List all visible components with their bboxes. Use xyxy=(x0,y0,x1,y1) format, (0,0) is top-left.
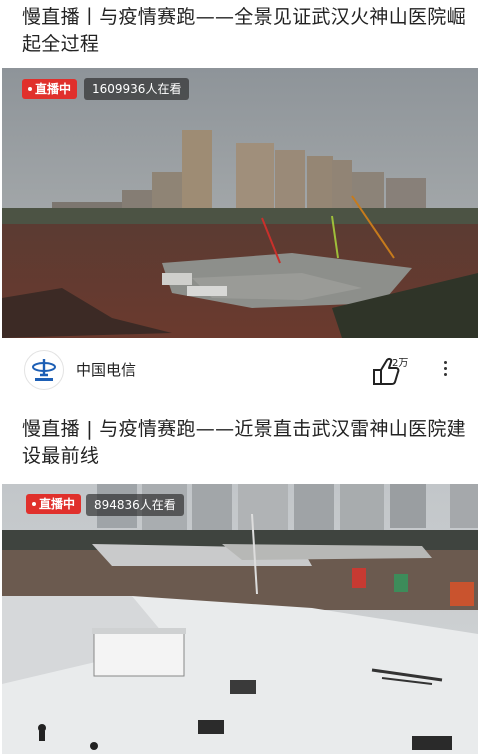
live-label: 直播中 xyxy=(35,82,72,96)
viewer-count-badge: 894836人在看 xyxy=(86,494,184,516)
china-telecom-logo-icon xyxy=(32,359,56,381)
channel-name[interactable]: 中国电信 xyxy=(76,359,136,380)
viewer-count-badge: 1609936人在看 xyxy=(84,78,190,100)
more-options-icon[interactable] xyxy=(440,358,450,384)
live-badge: 直播中 xyxy=(26,494,82,514)
video-frame-leishenshan xyxy=(2,484,478,754)
video-title-huoshenshan[interactable]: 慢直播丨与疫情赛跑——全景见证武汉火神山医院崛起全过程 xyxy=(22,4,472,58)
avatar[interactable] xyxy=(24,350,64,390)
video-title-leishenshan[interactable]: 慢直播 | 与疫情赛跑——近景直击武汉雷神山医院建设最前线 xyxy=(22,416,472,470)
like-count: 2万 xyxy=(392,358,409,369)
live-badge: 直播中 xyxy=(22,79,78,99)
video-player-huoshenshan[interactable]: 直播中 1609936人在看 xyxy=(2,68,478,338)
live-dot-icon xyxy=(32,502,36,506)
channel-row: 中国电信 2万 xyxy=(0,340,480,402)
video-player-leishenshan[interactable]: 直播中 894836人在看 xyxy=(2,484,478,754)
video-frame-huoshenshan xyxy=(2,68,478,338)
live-dot-icon xyxy=(28,87,32,91)
live-label: 直播中 xyxy=(39,497,76,511)
